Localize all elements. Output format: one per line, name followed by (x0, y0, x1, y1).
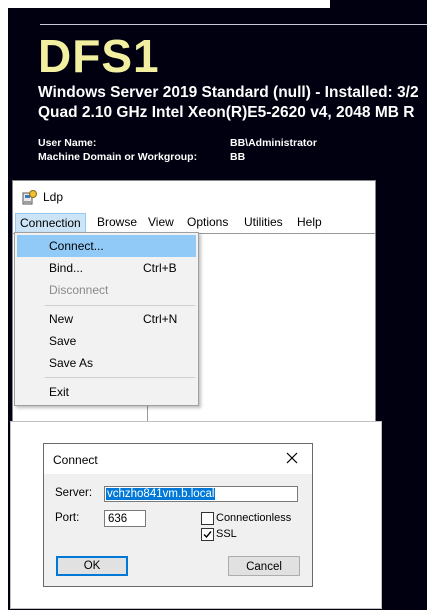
port-label: Port: (55, 512, 80, 524)
port-input[interactable] (104, 510, 146, 527)
menu-item-save-as-label: Save As (49, 356, 94, 370)
ssl-label: SSL (216, 528, 237, 540)
bginfo-user-value: BB\Administrator (230, 137, 317, 149)
connectionless-checkbox[interactable] (201, 512, 214, 525)
menu-help[interactable]: Help (297, 215, 322, 229)
menu-item-exit-label: Exit (49, 385, 70, 399)
connect-dialog: Connect Server: vchzho841vm.b.local Port… (43, 443, 313, 587)
menu-separator (45, 305, 195, 306)
bginfo-os-line: Windows Server 2019 Standard (null) - In… (38, 84, 419, 101)
connect-dialog-title: Connect (53, 453, 98, 467)
server-label: Server: (55, 487, 93, 499)
bginfo-user-label: User Name: (38, 137, 97, 149)
ldp-app-icon (22, 190, 37, 205)
menu-item-connect[interactable]: Connect... (17, 235, 196, 257)
connectionless-label: Connectionless (216, 512, 292, 524)
menu-item-save-as[interactable]: Save As (17, 352, 196, 374)
bginfo-domain-value: BB (230, 151, 246, 163)
ok-button[interactable]: OK (56, 556, 128, 576)
ldp-window-title: Ldp (43, 190, 64, 204)
menu-item-bind-shortcut: Ctrl+B (143, 261, 177, 275)
menu-bar: Connection Browse View Options Utilities… (13, 212, 375, 233)
menu-separator (45, 377, 195, 378)
menu-item-disconnect-label: Disconnect (49, 283, 109, 297)
server-input-value: vchzho841vm.b.local (106, 488, 216, 500)
menu-item-disconnect: Disconnect (17, 279, 196, 301)
menu-connection[interactable]: Connection (15, 213, 86, 233)
bginfo-cpu-line: Quad 2.10 GHz Intel Xeon(R)E5-2620 v4, 2… (38, 104, 415, 121)
ssl-checkbox[interactable] (201, 528, 214, 541)
menu-options[interactable]: Options (187, 215, 228, 229)
close-icon[interactable] (284, 450, 300, 466)
bginfo-divider (40, 24, 427, 25)
menu-item-new[interactable]: New Ctrl+N (17, 308, 196, 330)
menu-utilities[interactable]: Utilities (244, 215, 283, 229)
menu-item-new-label: New (49, 312, 74, 326)
menu-view[interactable]: View (148, 215, 174, 229)
menu-item-new-shortcut: Ctrl+N (143, 312, 178, 326)
menu-item-connect-label: Connect... (49, 239, 104, 253)
menu-item-save-label: Save (49, 334, 77, 348)
connect-dialog-titlebar[interactable]: Connect (44, 444, 312, 474)
cancel-button[interactable]: Cancel (228, 556, 300, 576)
desktop-top-strip (0, 0, 330, 8)
menu-item-bind-label: Bind... (49, 261, 84, 275)
bginfo-hostname: DFS1 (38, 30, 160, 82)
connection-dropdown-menu: Connect... Bind... Ctrl+B Disconnect New… (14, 232, 199, 406)
checkmark-icon (203, 531, 212, 539)
ldp-titlebar[interactable]: Ldp (13, 181, 375, 211)
menu-item-exit[interactable]: Exit (17, 381, 196, 403)
menu-item-bind[interactable]: Bind... Ctrl+B (17, 257, 196, 279)
menu-browse[interactable]: Browse (97, 215, 137, 229)
menu-item-save[interactable]: Save (17, 330, 196, 352)
bginfo-domain-label: Machine Domain or Workgroup: (38, 151, 198, 163)
